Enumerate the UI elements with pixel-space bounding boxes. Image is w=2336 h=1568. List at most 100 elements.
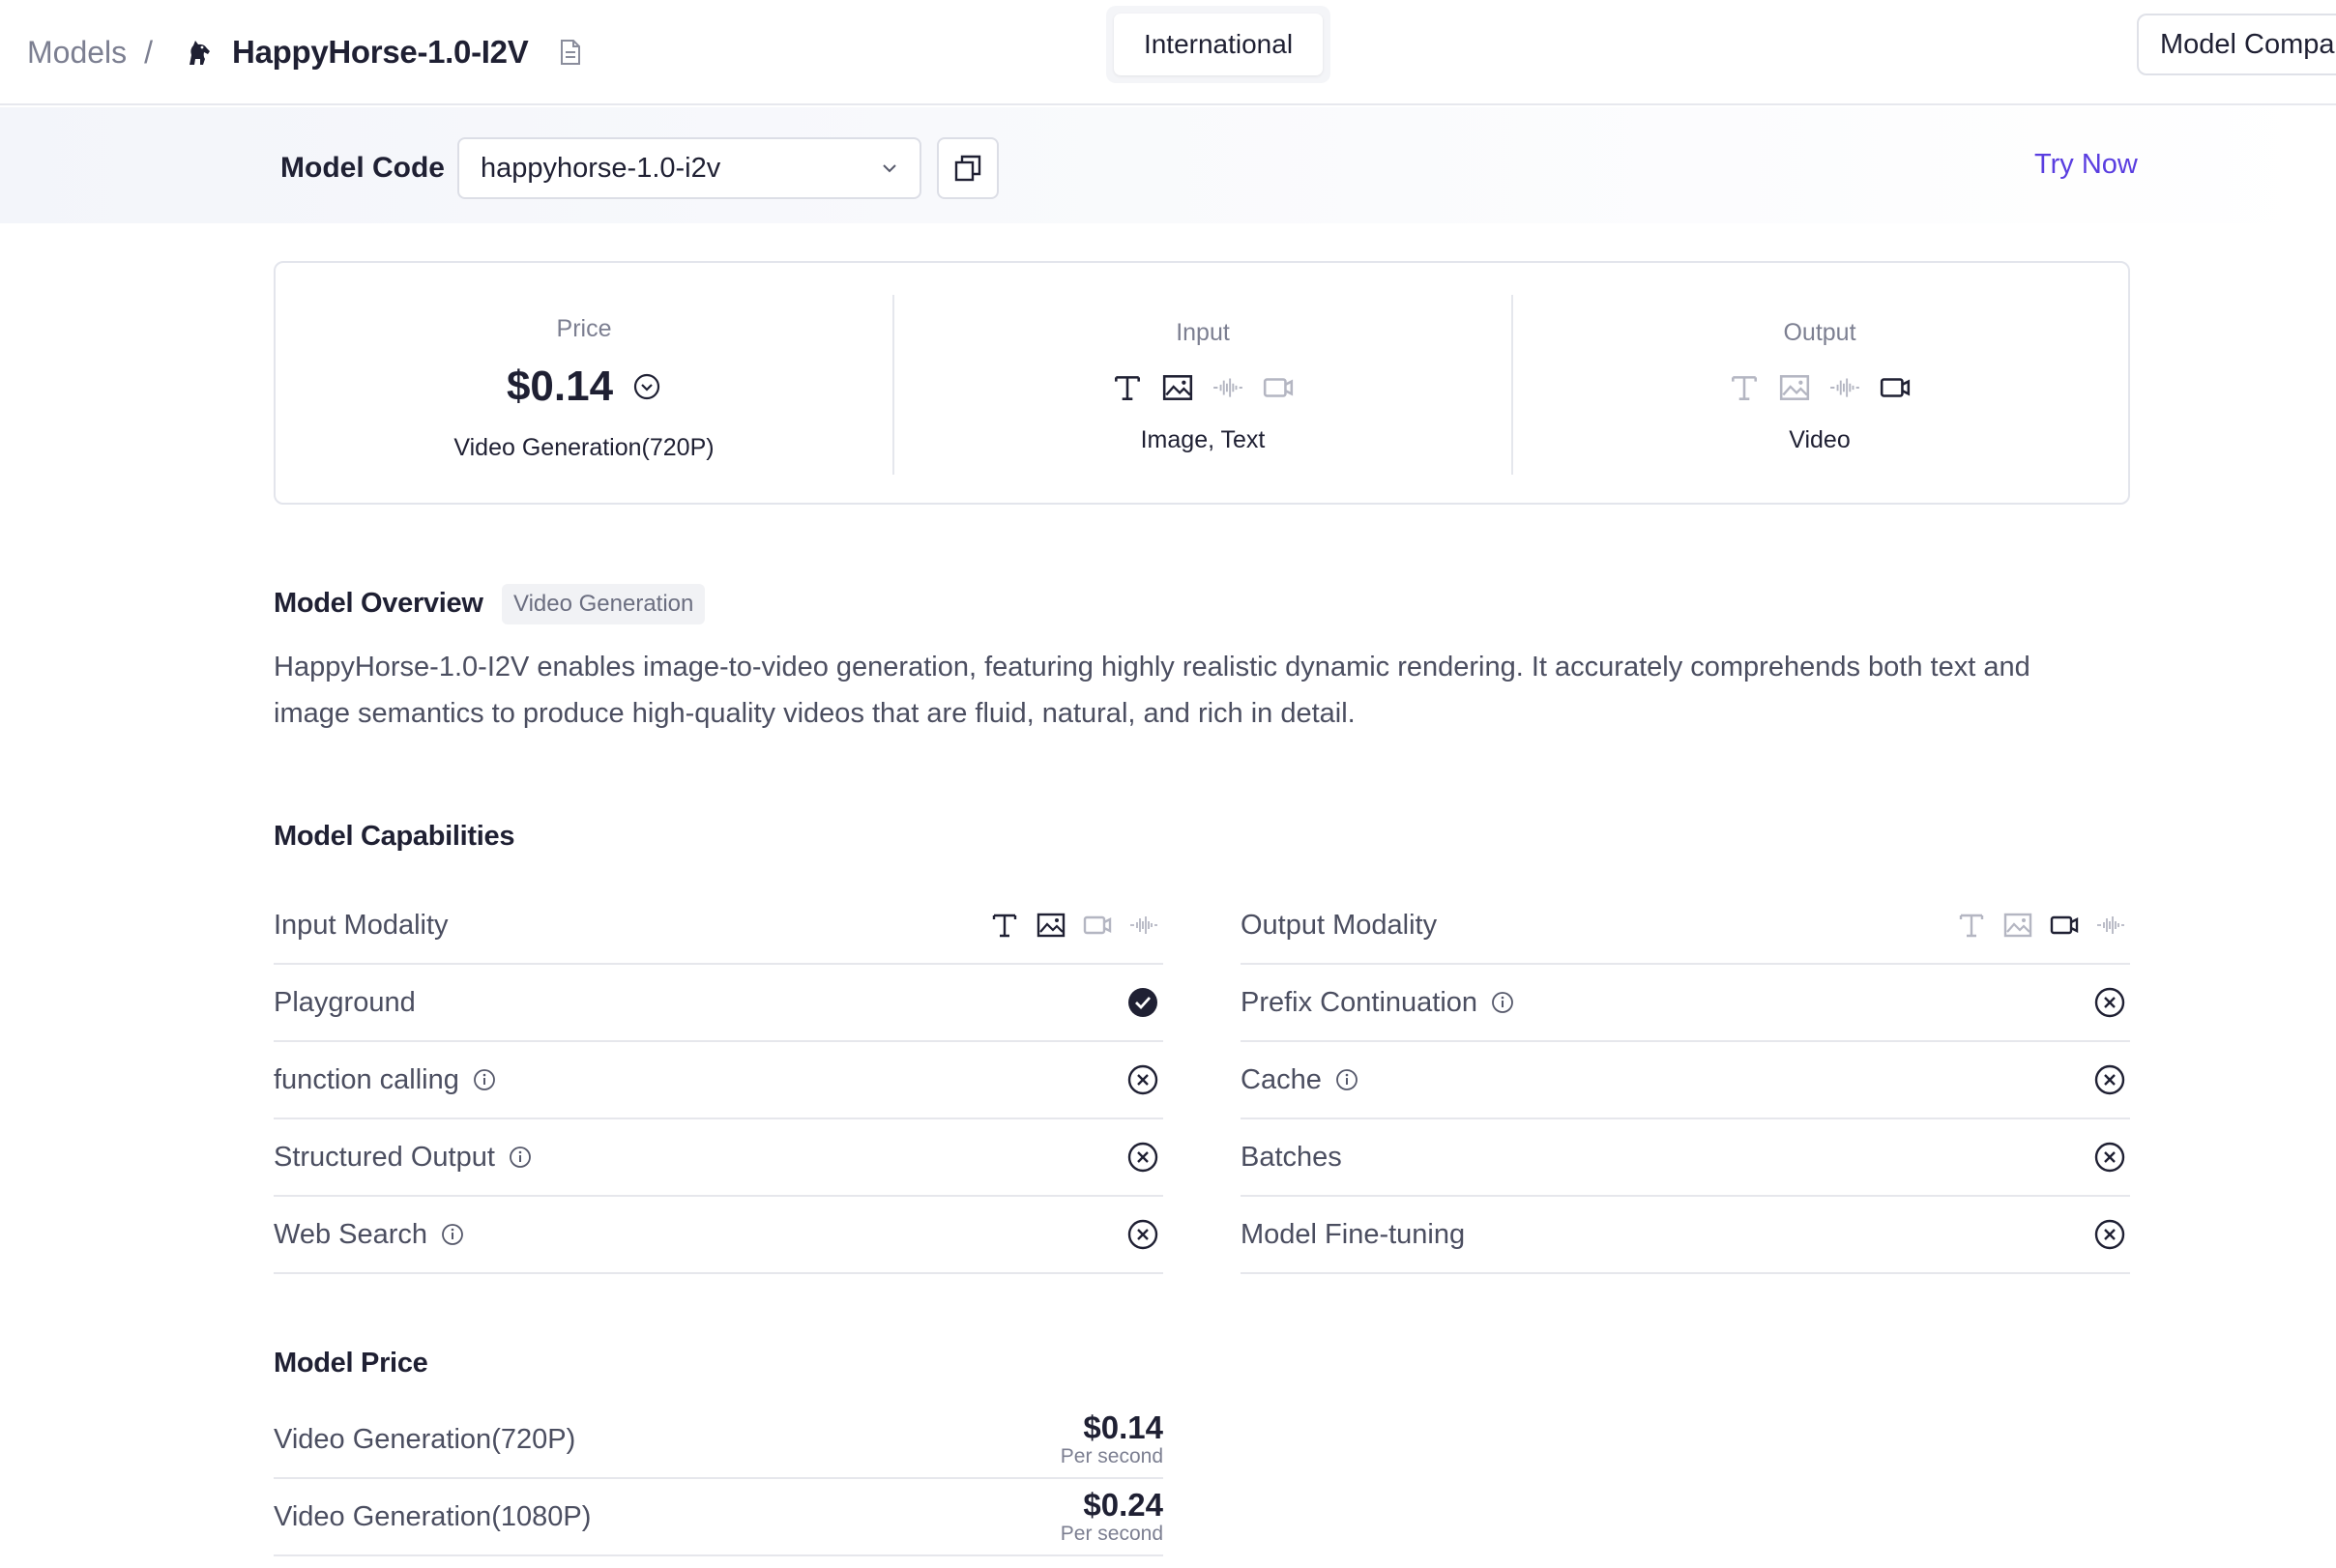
capability-label-text: function calling <box>274 1063 459 1095</box>
page-title: HappyHorse-1.0-I2V <box>232 34 529 70</box>
text-icon <box>989 910 1020 941</box>
capability-label-text: Playground <box>274 986 416 1018</box>
image-icon <box>1778 371 1811 404</box>
summary-output-icons <box>1728 368 1912 407</box>
summary-price-amount: $0.14 <box>506 363 614 410</box>
pricing-table: Video Generation(720P) $0.14 Per second … <box>274 1402 1163 1556</box>
price-label: Video Generation(1080P) <box>274 1500 592 1532</box>
capability-row: Batches <box>1241 1119 2130 1197</box>
x-circle-icon <box>1126 1218 1159 1251</box>
capabilities-right-column: Output Modality Prefix Continuation Cache B… <box>1241 887 2130 1274</box>
capability-label: Cache <box>1241 1064 1358 1096</box>
image-icon <box>2002 910 2033 941</box>
summary-input-icons <box>1111 368 1295 407</box>
capability-label-text: Input Modality <box>274 909 449 941</box>
capability-label: Output Modality <box>1241 910 1437 942</box>
breadcrumb-separator: / <box>144 34 154 70</box>
capability-row: Prefix Continuation <box>1241 965 2130 1042</box>
top-bar: Models / HappyHorse-1.0-I2V Internationa… <box>0 0 2336 105</box>
model-code-label: Model Code <box>280 152 445 184</box>
capability-row: function calling <box>274 1042 1163 1119</box>
capability-row: Model Fine-tuning <box>1241 1197 2130 1274</box>
capabilities-title: Model Capabilities <box>274 821 515 852</box>
capability-label-text: Batches <box>1241 1141 1342 1173</box>
info-icon[interactable] <box>1491 991 1514 1014</box>
region-international-tab[interactable]: International <box>1114 14 1323 75</box>
document-icon[interactable] <box>559 39 582 66</box>
copy-icon <box>953 154 982 183</box>
summary-card: Price $0.14 Video Generation(720P) Input… <box>274 261 2130 505</box>
info-icon[interactable] <box>441 1223 464 1246</box>
model-code-select[interactable]: happyhorse-1.0-i2v <box>457 137 921 199</box>
capability-label: Playground <box>274 987 416 1019</box>
summary-input-heading: Input <box>1176 319 1230 346</box>
overview-description: HappyHorse-1.0-I2V enables image-to-vide… <box>274 652 2030 729</box>
x-circle-icon <box>1126 1063 1159 1096</box>
category-tag: Video Generation <box>502 584 706 624</box>
summary-output-heading: Output <box>1783 319 1856 346</box>
modality-icons <box>989 910 1159 941</box>
region-switcher: International <box>1106 6 1330 83</box>
price-label: Video Generation(720P) <box>274 1423 576 1455</box>
capability-label-text: Model Fine-tuning <box>1241 1218 1466 1250</box>
capability-label-text: Output Modality <box>1241 909 1438 941</box>
image-icon <box>1161 371 1194 404</box>
capability-row: Cache <box>1241 1042 2130 1119</box>
capability-label-text: Cache <box>1241 1063 1322 1095</box>
text-icon <box>1956 910 1987 941</box>
model-compare-button[interactable]: Model Compar <box>2137 14 2336 75</box>
capability-row: Playground <box>274 965 1163 1042</box>
summary-input: Input Image, Text <box>894 263 1511 503</box>
capability-label: Structured Output <box>274 1142 532 1174</box>
audio-icon <box>1212 371 1244 404</box>
summary-price: Price $0.14 Video Generation(720P) <box>276 263 892 503</box>
horse-logo-icon <box>182 36 215 69</box>
price-unit: Per second <box>1060 1445 1163 1467</box>
x-circle-icon <box>2093 1063 2126 1096</box>
info-icon[interactable] <box>509 1146 532 1169</box>
overview-title: Model Overview <box>274 588 483 619</box>
summary-output: Output Video <box>1511 263 2128 503</box>
breadcrumb: Models / HappyHorse-1.0-I2V <box>27 21 582 83</box>
check-circle-icon <box>1126 986 1159 1019</box>
video-icon <box>2049 910 2080 941</box>
try-now-link[interactable]: Try Now <box>2034 149 2138 181</box>
summary-price-amount-wrap: $0.14 <box>507 363 661 411</box>
modality-icons <box>1956 910 2126 941</box>
price-row: Video Generation(720P) $0.14 Per second <box>274 1402 1163 1479</box>
x-circle-icon <box>2093 1141 2126 1174</box>
summary-input-sub: Image, Text <box>1140 426 1266 453</box>
capabilities-left-column: Input Modality Playground function calling… <box>274 887 1163 1274</box>
price-row: Video Generation(1080P) $0.24 Per second <box>274 1479 1163 1556</box>
summary-output-sub: Video <box>1789 426 1851 453</box>
price-unit: Per second <box>1060 1523 1163 1545</box>
capability-label: Batches <box>1241 1142 1342 1174</box>
summary-price-heading: Price <box>556 315 612 342</box>
video-icon <box>1879 371 1912 404</box>
audio-icon <box>1128 910 1159 941</box>
capability-label: Web Search <box>274 1219 464 1251</box>
audio-icon <box>2095 910 2126 941</box>
chevron-down-icon <box>881 162 898 174</box>
image-icon <box>1036 910 1066 941</box>
price-value: $0.24 Per second <box>1061 1488 1163 1546</box>
capability-label: Prefix Continuation <box>1241 987 1514 1019</box>
text-icon <box>1728 371 1761 404</box>
copy-button[interactable] <box>937 137 999 199</box>
text-icon <box>1111 371 1144 404</box>
capability-row: Input Modality <box>274 887 1163 965</box>
summary-price-sub: Video Generation(720P) <box>453 434 715 461</box>
info-icon[interactable] <box>473 1068 496 1091</box>
capability-label: Input Modality <box>274 910 449 942</box>
pricing-title: Model Price <box>274 1348 428 1379</box>
chevron-circle-down-icon[interactable] <box>632 372 661 401</box>
model-code-value: happyhorse-1.0-i2v <box>481 152 721 184</box>
price-amount: $0.14 <box>1083 1409 1163 1445</box>
capability-label-text: Structured Output <box>274 1141 495 1173</box>
breadcrumb-models-link[interactable]: Models <box>27 35 127 71</box>
capability-row: Structured Output <box>274 1119 1163 1197</box>
model-code-row: Model Code happyhorse-1.0-i2v <box>280 137 999 199</box>
info-icon[interactable] <box>1335 1068 1358 1091</box>
capability-label: Model Fine-tuning <box>1241 1219 1465 1251</box>
capability-label-text: Prefix Continuation <box>1241 986 1478 1018</box>
